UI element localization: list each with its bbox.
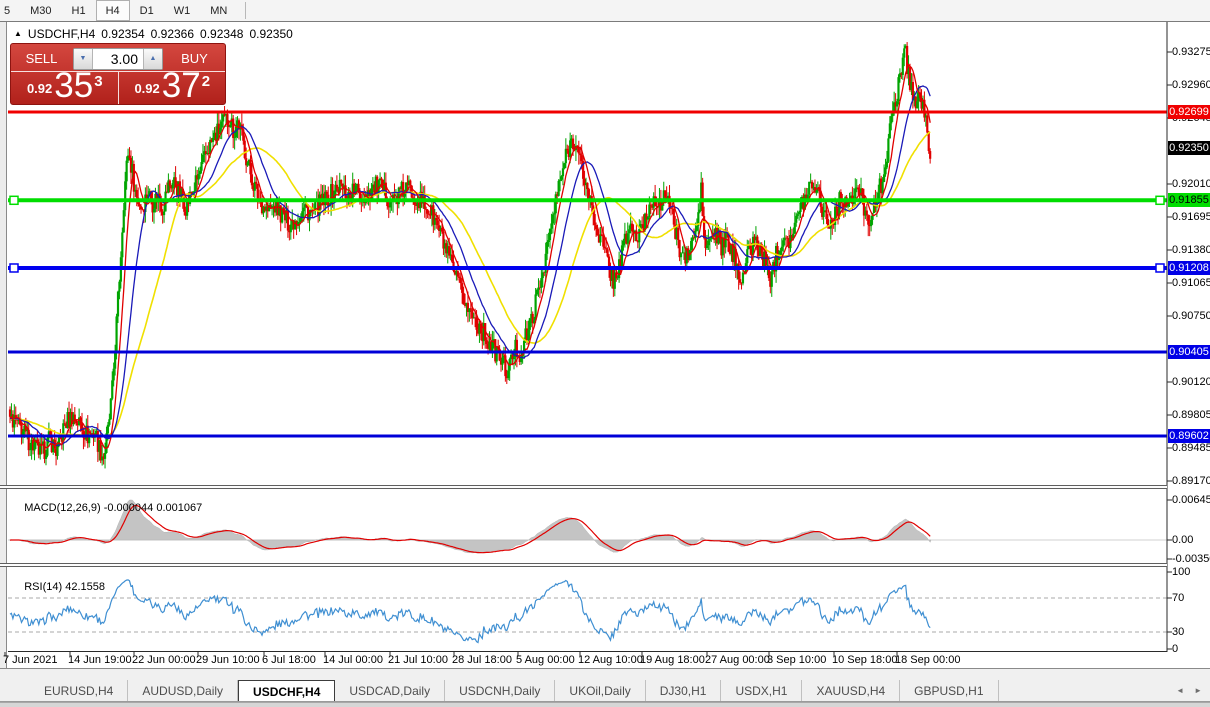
indicator-tick-label: 100 [1172, 566, 1191, 578]
indicator-tick-label: 0.006451 [1172, 494, 1210, 506]
tab-usdchf-h4[interactable]: USDCHF,H4 [238, 680, 336, 701]
sell-button[interactable]: SELL [11, 49, 72, 66]
line-handle[interactable] [9, 263, 19, 273]
price-tick-label: 0.90120 [1172, 376, 1210, 388]
tab-eurusd-h4[interactable]: EURUSD,H4 [30, 680, 129, 701]
buy-button[interactable]: BUY [164, 49, 225, 66]
date-tick-label: 29 Jun 10:00 [196, 654, 260, 666]
rsi-label: RSI(14) 42.1558 [24, 581, 105, 593]
price-badge: 0.92350 [1168, 141, 1210, 155]
price-tick-label: 0.89485 [1172, 442, 1210, 454]
date-tick-label: 3 Sep 10:00 [767, 654, 827, 666]
line-handle[interactable] [1155, 263, 1165, 273]
price-tick-label: 0.89170 [1172, 475, 1210, 487]
sell-price-quote[interactable]: 0.92 35 3 [11, 66, 118, 105]
panel-splitter[interactable] [0, 485, 1167, 489]
sell-price-prefix: 0.92 [26, 81, 53, 96]
ohlc-low: 0.92348 [200, 27, 244, 41]
date-tick-label: 14 Jun 19:00 [68, 654, 132, 666]
price-tick-label: 0.91065 [1172, 277, 1210, 289]
price-tick-label: 0.92010 [1172, 178, 1210, 190]
symbol-marker-icon: ▲ [14, 28, 22, 38]
price-tick-label: 0.91380 [1172, 244, 1210, 256]
line-handle[interactable] [9, 195, 19, 206]
tab-dj30-h1[interactable]: DJ30,H1 [646, 680, 722, 701]
buy-price-quote[interactable]: 0.92 37 2 [119, 66, 226, 105]
trading-terminal: 5 M30 H1 H4 D1 W1 MN ▲ USDCHF,H4 0.92354 0.923… [0, 0, 1210, 707]
sell-price-big: 35 [54, 66, 94, 105]
price-badge: 0.89602 [1168, 429, 1210, 443]
indicator-tick-label: 0.00 [1172, 534, 1194, 546]
tab-ukoil-daily[interactable]: UKOil,Daily [555, 680, 646, 701]
price-tick-label: 0.90750 [1172, 310, 1210, 322]
date-tick-label: 10 Sep 18:00 [832, 654, 898, 666]
rsi-layer [8, 579, 1167, 644]
buy-price-pip: 2 [201, 73, 211, 90]
buy-price-prefix: 0.92 [134, 81, 160, 96]
macd-label: MACD(12,26,9) -0.000044 0.001067 [24, 502, 203, 514]
ohlc-high: 0.92366 [150, 27, 195, 41]
chart-canvas[interactable] [0, 0, 1210, 707]
tab-usdcnh-daily[interactable]: USDCNH,Daily [445, 680, 556, 701]
price-badge: 0.90405 [1168, 345, 1210, 359]
horizontal-lines-layer[interactable] [8, 110, 1167, 438]
date-tick-label: 22 Jun 00:00 [132, 654, 196, 666]
date-tick-label: 21 Jul 10:00 [388, 654, 448, 666]
price-tick-label: 0.93275 [1172, 46, 1210, 58]
tab-usdx-h1[interactable]: USDX,H1 [721, 680, 803, 701]
panel-splitter[interactable] [0, 563, 1167, 567]
lot-increase-button[interactable]: ▲ [143, 48, 162, 69]
tabs-scroll-right-button[interactable]: ► [1194, 686, 1202, 695]
price-badge: 0.91855 [1168, 193, 1210, 207]
price-tick-label: 0.92960 [1172, 79, 1210, 91]
chart-tab-bar: EURUSD,H4 AUDUSD,Daily USDCHF,H4 USDCAD,Dai… [0, 680, 1210, 702]
moving-averages-layer [9, 63, 931, 449]
ohlc-open: 0.92354 [101, 27, 145, 41]
date-tick-label: 19 Aug 18:00 [640, 654, 705, 666]
date-axis: 7 Jun 2021 14 Jun 19:00 22 Jun 00:00 29 Jun… [0, 654, 1210, 668]
tab-usdcad-daily[interactable]: USDCAD,Daily [335, 680, 446, 701]
date-tick-label: 28 Jul 18:00 [452, 654, 512, 666]
date-tick-label: 7 Jun 2021 [3, 654, 58, 666]
date-tick-label: 5 Aug 00:00 [516, 654, 575, 666]
one-click-trading-panel: SELL ▼ ▲ BUY 0.92 35 3 0.92 37 2 [10, 43, 226, 105]
window-bottom-edge [0, 702, 1210, 707]
lot-size-input[interactable] [93, 48, 143, 69]
tab-gbpusd-h1[interactable]: GBPUSD,H1 [900, 680, 999, 701]
indicator-tick-label: 70 [1172, 592, 1185, 604]
chart-symbol: USDCHF,H4 [27, 27, 96, 41]
price-badge: 0.92699 [1168, 105, 1210, 119]
date-tick-label: 14 Jul 00:00 [323, 654, 383, 666]
tab-audusd-daily[interactable]: AUDUSD,Daily [128, 680, 239, 701]
indicator-tick-label: 30 [1172, 626, 1185, 638]
date-tick-label: 6 Jul 18:00 [262, 654, 316, 666]
indicator-tick-label: -0.003507 [1172, 553, 1210, 565]
status-strip [0, 669, 1210, 680]
date-tick-label: 27 Aug 00:00 [705, 654, 770, 666]
price-tick-label: 0.91695 [1172, 211, 1210, 223]
tab-xauusd-h4[interactable]: XAUUSD,H4 [802, 680, 901, 701]
date-tick-label: 18 Sep 00:00 [895, 654, 961, 666]
chart-title: ▲ USDCHF,H4 0.92354 0.92366 0.92348 0.92… [14, 27, 293, 41]
date-tick-label: 12 Aug 10:00 [578, 654, 643, 666]
chart-bottom-frame [0, 668, 1210, 669]
tabs-scroll-left-button[interactable]: ◄ [1176, 686, 1184, 695]
price-tick-label: 0.89805 [1172, 409, 1210, 421]
ohlc-close: 0.92350 [249, 27, 293, 41]
line-handle[interactable] [1155, 195, 1165, 206]
buy-price-big: 37 [161, 66, 201, 105]
sell-price-pip: 3 [94, 73, 103, 90]
price-badge: 0.91208 [1168, 261, 1210, 275]
